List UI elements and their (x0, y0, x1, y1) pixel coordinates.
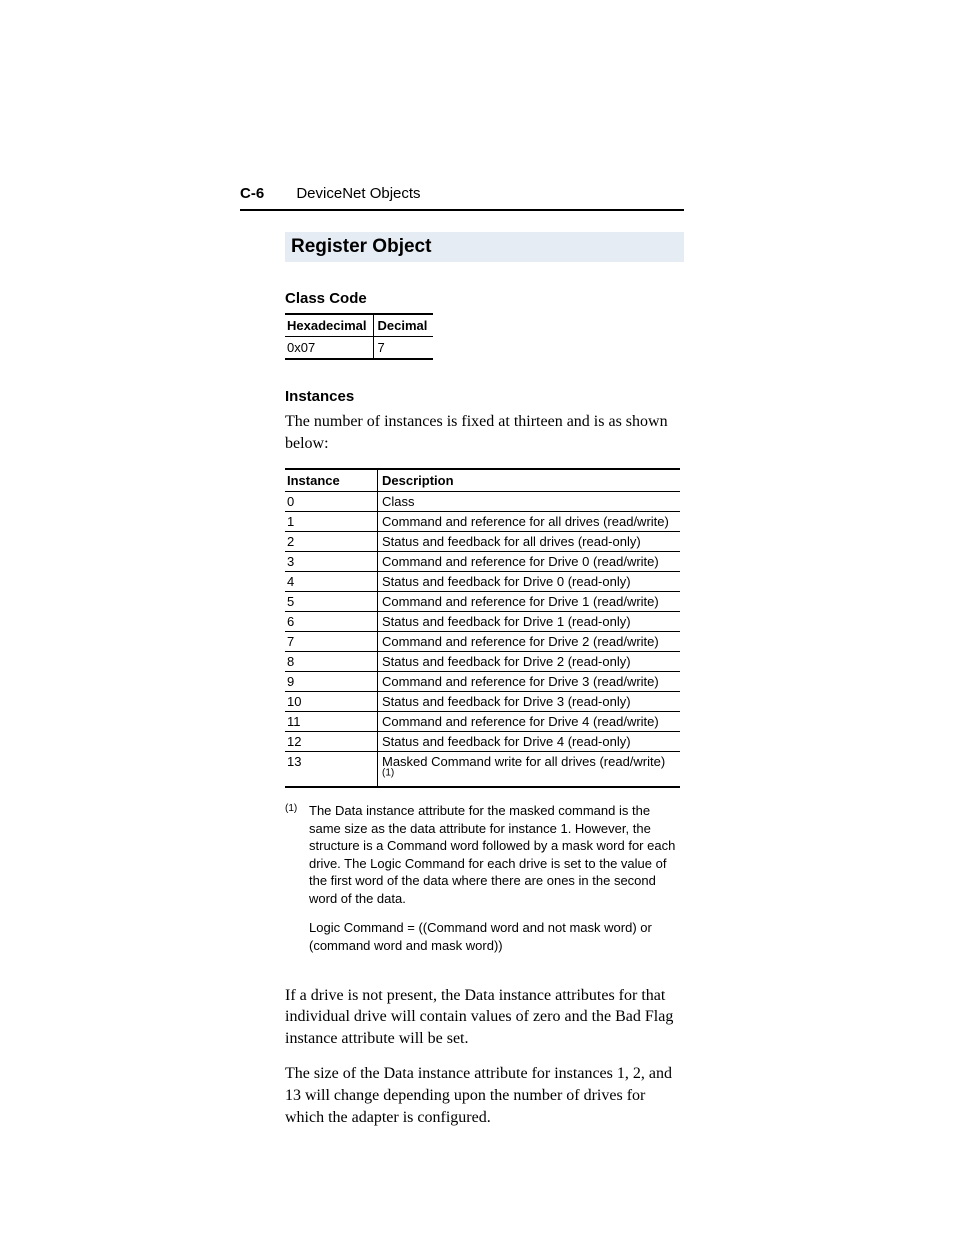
cell-description: Command and reference for all drives (re… (378, 512, 681, 532)
body-para-1: If a drive is not present, the Data inst… (285, 985, 684, 1050)
table-row: 4Status and feedback for Drive 0 (read-o… (285, 572, 680, 592)
table-header-row: Instance Description (285, 469, 680, 492)
table-row: 5Command and reference for Drive 1 (read… (285, 592, 680, 612)
cell-description: Command and reference for Drive 3 (read/… (378, 672, 681, 692)
table-row: 1Command and reference for all drives (r… (285, 512, 680, 532)
cell-instance: 2 (285, 532, 378, 552)
instances-intro: The number of instances is fixed at thir… (285, 411, 684, 454)
cell-instance: 4 (285, 572, 378, 592)
cell-description: Command and reference for Drive 1 (read/… (378, 592, 681, 612)
table-row: 12Status and feedback for Drive 4 (read-… (285, 732, 680, 752)
cell-description: Masked Command write for all drives (rea… (378, 752, 681, 788)
cell-description: Command and reference for Drive 4 (read/… (378, 712, 681, 732)
body-para-2: The size of the Data instance attribute … (285, 1063, 684, 1128)
table-row: 3Command and reference for Drive 0 (read… (285, 552, 680, 572)
col-description: Description (378, 469, 681, 492)
table-row: 0x07 7 (285, 337, 433, 360)
table-row: 7Command and reference for Drive 2 (read… (285, 632, 680, 652)
footnote: (1) The Data instance attribute for the … (285, 802, 680, 966)
cell-instance: 7 (285, 632, 378, 652)
col-instance: Instance (285, 469, 378, 492)
footnote-para-2: Logic Command = ((Command word and not m… (309, 919, 680, 954)
class-code-table: Hexadecimal Decimal 0x07 7 (285, 313, 433, 360)
cell-instance: 6 (285, 612, 378, 632)
table-row: 0Class (285, 492, 680, 512)
class-code-heading: Class Code (285, 290, 684, 307)
cell-description: Command and reference for Drive 2 (read/… (378, 632, 681, 652)
table-row: 10Status and feedback for Drive 3 (read-… (285, 692, 680, 712)
cell-instance: 9 (285, 672, 378, 692)
cell-instance: 10 (285, 692, 378, 712)
cell-instance: 1 (285, 512, 378, 532)
table-row: 13Masked Command write for all drives (r… (285, 752, 680, 788)
cell-description: Status and feedback for Drive 4 (read-on… (378, 732, 681, 752)
page: C-6 DeviceNet Objects Register Object Cl… (0, 0, 954, 1235)
table-row: 6Status and feedback for Drive 1 (read-o… (285, 612, 680, 632)
cell-instance: 5 (285, 592, 378, 612)
cell-instance: 8 (285, 652, 378, 672)
instances-table: Instance Description 0Class1Command and … (285, 468, 680, 788)
running-header: C-6 DeviceNet Objects (240, 185, 684, 211)
page-title: Register Object (285, 232, 684, 262)
content-area: Register Object Class Code Hexadecimal D… (285, 232, 684, 1142)
footnote-ref: (1) (382, 768, 394, 779)
instances-heading: Instances (285, 388, 684, 405)
section-title: DeviceNet Objects (296, 185, 420, 202)
cell-description: Status and feedback for all drives (read… (378, 532, 681, 552)
cell-description: Class (378, 492, 681, 512)
cell-instance: 13 (285, 752, 378, 788)
footnote-text: The Data instance attribute for the mask… (309, 802, 680, 966)
col-dec: Decimal (373, 314, 433, 337)
table-row: 8Status and feedback for Drive 2 (read-o… (285, 652, 680, 672)
cell-instance: 11 (285, 712, 378, 732)
page-number: C-6 (240, 185, 264, 202)
table-header-row: Hexadecimal Decimal (285, 314, 433, 337)
col-hex: Hexadecimal (285, 314, 373, 337)
cell-instance: 0 (285, 492, 378, 512)
cell-description: Command and reference for Drive 0 (read/… (378, 552, 681, 572)
cell-hex: 0x07 (285, 337, 373, 360)
cell-description: Status and feedback for Drive 2 (read-on… (378, 652, 681, 672)
table-row: 9Command and reference for Drive 3 (read… (285, 672, 680, 692)
cell-instance: 12 (285, 732, 378, 752)
cell-description: Status and feedback for Drive 3 (read-on… (378, 692, 681, 712)
cell-description: Status and feedback for Drive 1 (read-on… (378, 612, 681, 632)
table-row: 2Status and feedback for all drives (rea… (285, 532, 680, 552)
cell-description: Status and feedback for Drive 0 (read-on… (378, 572, 681, 592)
table-row: 11Command and reference for Drive 4 (rea… (285, 712, 680, 732)
cell-dec: 7 (373, 337, 433, 360)
cell-instance: 3 (285, 552, 378, 572)
footnote-para-1: The Data instance attribute for the mask… (309, 802, 680, 907)
footnote-marker: (1) (285, 802, 309, 966)
